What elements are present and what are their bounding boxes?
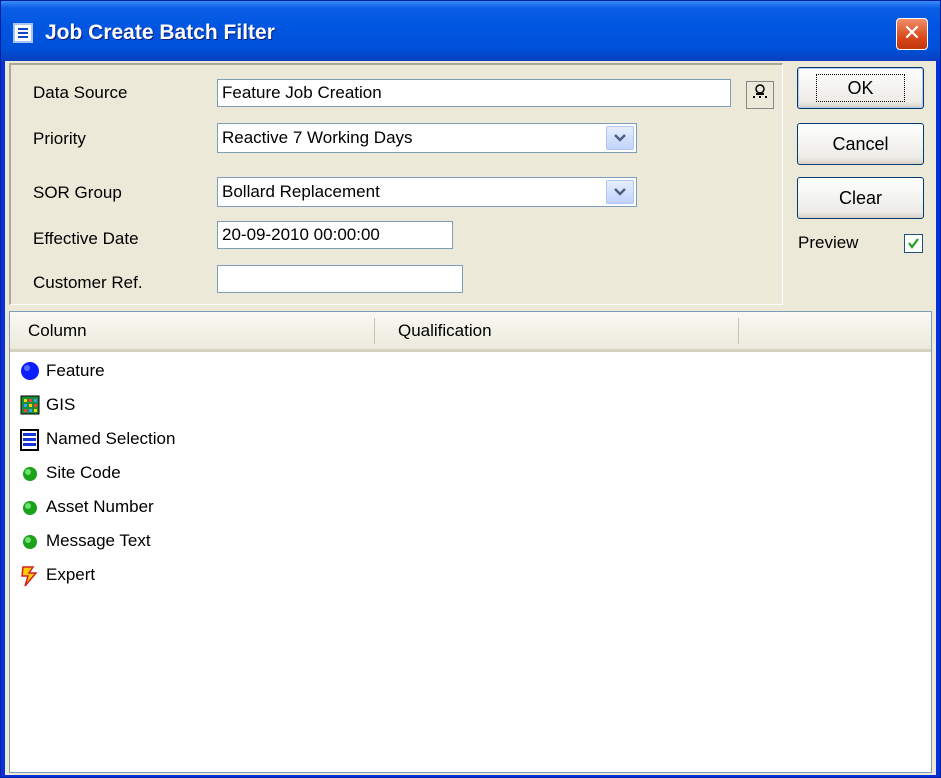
gis-grid-icon <box>20 395 40 415</box>
preview-checkbox[interactable] <box>904 234 923 253</box>
list-item-site-code[interactable]: Site Code <box>20 458 121 488</box>
column-divider[interactable] <box>374 318 375 344</box>
sor-group-value: Bollard Replacement <box>222 182 380 201</box>
priority-value: Reactive 7 Working Days <box>222 128 413 147</box>
cancel-button[interactable]: Cancel <box>797 123 924 165</box>
list-item-asset-number[interactable]: Asset Number <box>20 492 154 522</box>
list-item-label: GIS <box>46 395 76 414</box>
priority-dropdown-arrow[interactable] <box>606 126 634 150</box>
list-item-feature[interactable]: Feature <box>20 356 105 386</box>
priority-label: Priority <box>33 129 86 148</box>
title-bar[interactable]: Job Create Batch Filter ✕ <box>1 1 940 61</box>
data-source-label: Data Source <box>33 83 128 102</box>
list-item-message-text[interactable]: Message Text <box>20 526 151 556</box>
lookup-icon <box>753 84 767 98</box>
column-header-qualification[interactable]: Qualification <box>398 321 492 341</box>
window-title: Job Create Batch Filter <box>45 21 275 44</box>
customer-ref-label: Customer Ref. <box>33 273 143 292</box>
dialog-body: Data Source Feature Job Creation Priorit… <box>5 61 936 775</box>
chevron-down-icon <box>614 188 626 196</box>
column-header-column[interactable]: Column <box>28 321 87 341</box>
effective-date-label: Effective Date <box>33 229 139 248</box>
dialog-window: Job Create Batch Filter ✕ Data Source Fe… <box>0 0 941 778</box>
chevron-down-icon <box>614 134 626 142</box>
list-item-label: Named Selection <box>46 429 176 448</box>
named-selection-icon <box>20 429 40 451</box>
list-item-named-selection[interactable]: Named Selection <box>20 424 175 454</box>
list-item-label: Site Code <box>46 463 121 482</box>
ok-button-label: OK <box>816 74 905 102</box>
priority-select[interactable]: Reactive 7 Working Days <box>217 123 637 153</box>
green-dot-icon <box>20 531 40 551</box>
list-item-label: Message Text <box>46 531 151 550</box>
list-item-label: Expert <box>46 565 96 584</box>
preview-label: Preview <box>798 233 859 252</box>
ok-button[interactable]: OK <box>797 67 924 109</box>
list-item-expert[interactable]: Expert <box>20 560 95 590</box>
data-source-lookup-button[interactable] <box>746 81 774 109</box>
filter-panel: Data Source Feature Job Creation Priorit… <box>9 63 783 305</box>
customer-ref-field[interactable] <box>217 265 463 293</box>
checkmark-icon <box>908 238 919 249</box>
list-item-gis[interactable]: GIS <box>20 390 75 420</box>
list-item-label: Feature <box>46 361 105 380</box>
sor-group-label: SOR Group <box>33 183 122 202</box>
data-source-field[interactable]: Feature Job Creation <box>217 79 731 107</box>
list-item-label: Asset Number <box>46 497 154 516</box>
green-dot-icon <box>20 463 40 483</box>
lightning-icon <box>20 565 40 587</box>
grid-header: Column Qualification <box>10 312 931 352</box>
close-button[interactable]: ✕ <box>896 18 928 50</box>
window-menu-icon[interactable] <box>13 23 33 43</box>
sor-group-dropdown-arrow[interactable] <box>606 180 634 204</box>
clear-button[interactable]: Clear <box>797 177 924 219</box>
effective-date-field[interactable]: 20-09-2010 00:00:00 <box>217 221 453 249</box>
green-dot-icon <box>20 497 40 517</box>
column-divider[interactable] <box>738 318 739 344</box>
blue-circle-icon <box>20 361 40 381</box>
filter-grid[interactable]: Column Qualification Feature GIS Named S… <box>9 311 932 773</box>
sor-group-select[interactable]: Bollard Replacement <box>217 177 637 207</box>
